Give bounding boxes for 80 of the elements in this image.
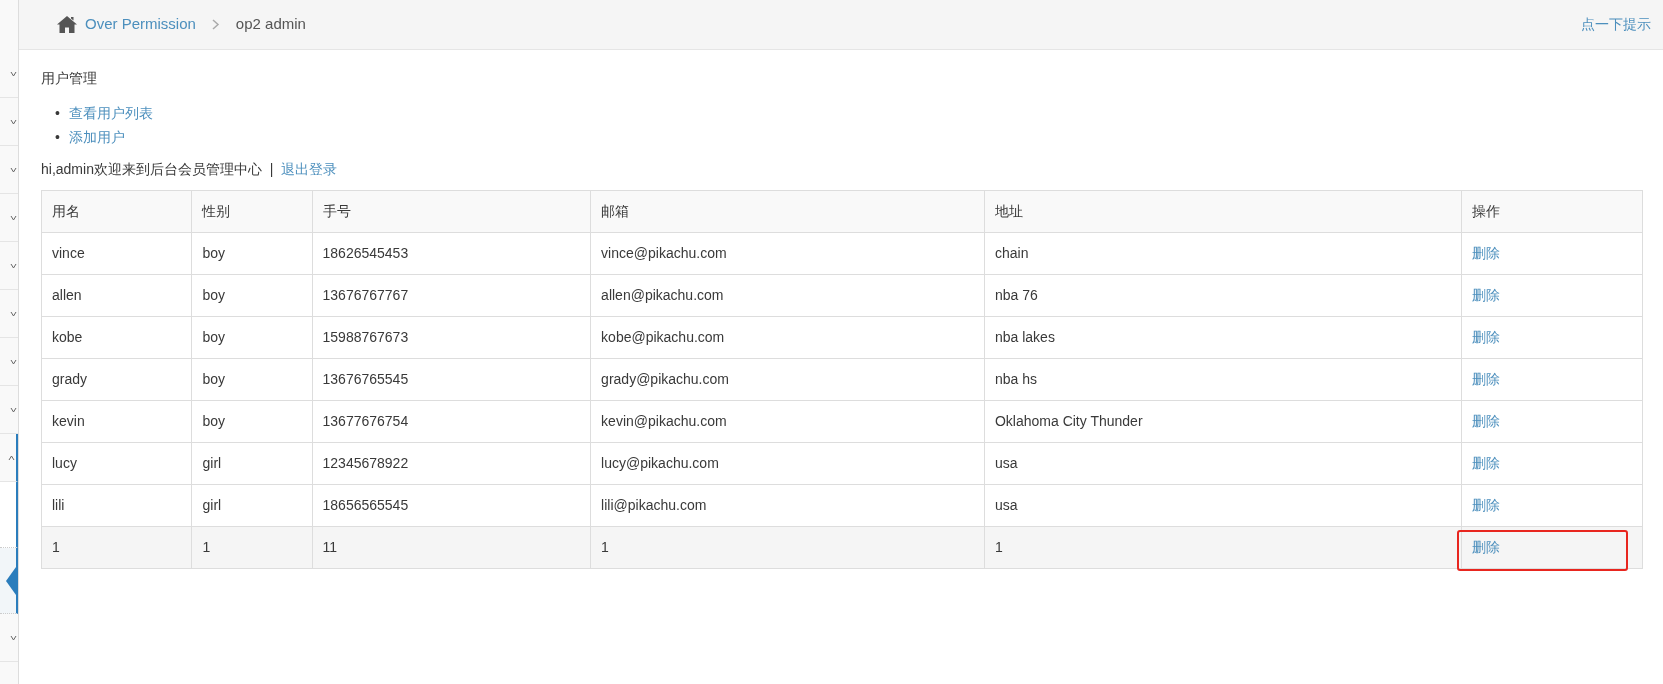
- table-cell: vince: [41, 232, 192, 275]
- table-cell: kobe: [41, 316, 192, 359]
- bullet-text: •: [55, 104, 61, 123]
- pointer-triangle-icon: [6, 566, 16, 595]
- delete-link[interactable]: 删除: [1472, 287, 1501, 303]
- chevron-down-icon: [10, 406, 17, 413]
- chevron-down-icon: [10, 214, 17, 221]
- table-cell: 11: [312, 526, 591, 569]
- table-cell: kobe@pikachu.com: [590, 316, 985, 359]
- table-cell: allen: [41, 274, 192, 317]
- table-cell: Oklahoma City Thunder: [984, 400, 1462, 443]
- breadcrumb-current: op2 admin: [235, 14, 306, 35]
- table-cell: nba 76: [984, 274, 1462, 317]
- table-cell: lucy: [41, 442, 192, 485]
- table-cell: kevin: [41, 400, 192, 443]
- chevron-down-icon: [10, 358, 17, 365]
- delete-link[interactable]: 删除: [1472, 497, 1501, 513]
- table-cell: 18626545453: [312, 232, 591, 275]
- table-cell: 13676765545: [312, 358, 591, 401]
- column-header: 手号: [312, 190, 591, 233]
- delete-link[interactable]: 删除: [1472, 455, 1501, 471]
- table-cell: nba hs: [984, 358, 1462, 401]
- sidebar-item[interactable]: [0, 482, 18, 548]
- chevron-down-icon: [10, 166, 17, 173]
- sidebar-item[interactable]: [0, 548, 18, 614]
- column-header: 性别: [192, 190, 313, 233]
- table-cell: usa: [984, 484, 1462, 527]
- table-cell: girl: [192, 484, 313, 527]
- table-cell: chain: [984, 232, 1462, 275]
- table-cell: boy: [192, 358, 313, 401]
- delete-link[interactable]: 删除: [1472, 371, 1501, 387]
- table-cell: grady: [41, 358, 192, 401]
- delete-link[interactable]: 删除: [1472, 539, 1501, 555]
- logout-link[interactable]: 退出登录: [281, 161, 338, 177]
- table-cell: usa: [984, 442, 1462, 485]
- table-cell: girl: [192, 442, 313, 485]
- separator-text: |: [269, 161, 274, 177]
- table-cell: boy: [192, 400, 313, 443]
- table-cell: 12345678922: [312, 442, 591, 485]
- table-cell: boy: [192, 316, 313, 359]
- chevron-down-icon: [10, 262, 17, 269]
- welcome-text: hi,admin欢迎来到后台会员管理中心: [41, 161, 262, 177]
- table-cell: grady@pikachu.com: [590, 358, 985, 401]
- bullet-text: •: [55, 128, 61, 147]
- column-header: 地址: [984, 190, 1462, 233]
- table-cell: 1: [192, 526, 313, 569]
- table-cell: allen@pikachu.com: [590, 274, 985, 317]
- menu-link[interactable]: 查看用户列表: [69, 105, 153, 121]
- table-cell: lili: [41, 484, 192, 527]
- delete-link[interactable]: 删除: [1472, 329, 1501, 345]
- chevron-down-icon: [10, 310, 17, 317]
- chevron-down-icon: [10, 70, 17, 77]
- delete-link[interactable]: 删除: [1472, 245, 1501, 261]
- chevron-right-icon: [211, 19, 220, 30]
- table-cell: 15988767673: [312, 316, 591, 359]
- section-title: 用户管理: [41, 69, 98, 88]
- table-cell: 1: [984, 526, 1462, 569]
- table-cell: vince@pikachu.com: [590, 232, 985, 275]
- table-cell: 1: [41, 526, 192, 569]
- column-header: 邮箱: [590, 190, 985, 233]
- chevron-down-icon: [10, 634, 17, 641]
- table-cell: lili@pikachu.com: [590, 484, 985, 527]
- table-cell: 18656565545: [312, 484, 591, 527]
- home-icon: [57, 16, 77, 33]
- hint-link[interactable]: 点一下提示: [1581, 14, 1651, 35]
- table-cell: boy: [192, 274, 313, 317]
- delete-link[interactable]: 删除: [1472, 413, 1501, 429]
- table-cell: 1: [590, 526, 985, 569]
- table-cell: 13676767767: [312, 274, 591, 317]
- table-cell: kevin@pikachu.com: [590, 400, 985, 443]
- table-cell: 13677676754: [312, 400, 591, 443]
- chevron-down-icon: [10, 118, 17, 125]
- chevron-up-icon: [8, 454, 15, 461]
- column-header: 操作: [1461, 190, 1643, 233]
- column-header: 用名: [41, 190, 192, 233]
- table-cell: nba lakes: [984, 316, 1462, 359]
- menu-link[interactable]: 添加用户: [69, 129, 125, 145]
- table-cell: lucy@pikachu.com: [590, 442, 985, 485]
- table-cell: boy: [192, 232, 313, 275]
- breadcrumb-link[interactable]: Over Permission: [85, 13, 196, 36]
